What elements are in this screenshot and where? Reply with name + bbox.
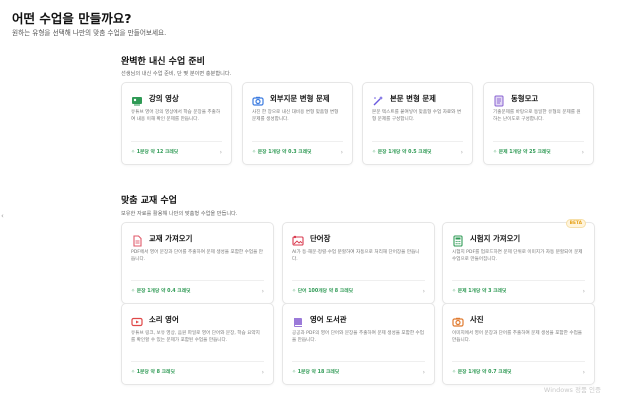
card-cost-text: 단어 100개당 약 8 크레딧 bbox=[297, 289, 354, 294]
camera-icon bbox=[452, 313, 464, 327]
chevron-right-icon: › bbox=[460, 149, 463, 156]
chevron-right-icon: › bbox=[340, 149, 343, 156]
card-cost-text: 1분당 약 8 크레딧 bbox=[136, 370, 175, 375]
card-description: 공공과 PDF의 영어 단어와 문장을 추출하여 문제 생성을 포함한 수업을 … bbox=[292, 331, 424, 343]
card-cost-text: 문장 1개당 약 0.5 크레딧 bbox=[377, 150, 432, 155]
card-cost-text: 문제 1개당 약 3 크레딧 bbox=[457, 289, 507, 294]
card-divider bbox=[292, 280, 425, 281]
card-cost-text: 문장 1개당 약 0.4 크레딧 bbox=[136, 289, 191, 294]
card-description: 유튜브 영어 강의 영상에서 학습 문장을 추출하여 내용 이해 확인 문제를 … bbox=[131, 110, 221, 122]
card-title: 소리 영어 bbox=[149, 315, 179, 324]
card-cost: ✧ 문제 1개당 약 3 크레딧 bbox=[452, 289, 507, 294]
card-title: 강의 영상 bbox=[149, 94, 179, 103]
card-description: 본문 텍스트를 붙여넣어 맞춤형 수업 자료와 변형 문제를 구성합니다. bbox=[372, 110, 462, 122]
card-divider bbox=[452, 361, 585, 362]
windows-watermark: Windows 정품 인증 bbox=[543, 386, 601, 394]
book-icon bbox=[292, 313, 304, 327]
play-icon bbox=[131, 313, 143, 327]
lesson-type-card[interactable]: 영어 도서관 공공과 PDF의 영어 단어와 문장을 추출하여 문제 생성을 포… bbox=[282, 303, 435, 385]
card-cost-text: 1분당 약 12 크레딧 bbox=[136, 150, 179, 155]
card-description: 이미지에서 영어 문장과 단어를 추출하여 문제 생성을 포함한 수업을 만듭니… bbox=[452, 331, 583, 343]
card-divider bbox=[252, 141, 343, 142]
card-description: 사진 한 장으로 내신 대비용 변형 맞춤형 변형 문제를 생성합니다. bbox=[252, 110, 339, 122]
card-cost-text: 문제 1개당 약 25 크레딧 bbox=[498, 150, 551, 155]
image-frame-icon bbox=[292, 232, 304, 246]
lesson-type-card[interactable]: 동형모고 기출문제를 바탕으로 동일한 유형의 문제를 원하는 난이도로 구성합… bbox=[483, 82, 594, 165]
card-description: PDF에서 영어 문장과 단어를 추출하여 문제 생성을 포함한 수업을 만듭니… bbox=[131, 250, 263, 262]
card-description: 기출문제를 바탕으로 동일한 유형의 문제를 원하는 난이도로 구성합니다. bbox=[493, 110, 581, 122]
section-description: 보유한 자료를 활용해 나만의 맞춤형 수업을 만듭니다. bbox=[121, 211, 238, 217]
card-cost: ✧ 문장 1개당 약 0.7 크레딧 bbox=[452, 370, 512, 375]
card-divider bbox=[131, 141, 222, 142]
card-cost: ✧ 문장 1개당 약 0.4 크레딧 bbox=[131, 289, 191, 294]
lesson-type-card[interactable]: 강의 영상 유튜브 영어 강의 영상에서 학습 문장을 추출하여 내용 이해 확… bbox=[121, 82, 232, 165]
lesson-type-card[interactable]: 단어장 AI가 등·해문·정렬·수업 분할하여 자동으로 처리해 단어장을 만듭… bbox=[282, 222, 435, 304]
section-title: 맞춤 교재 수업 bbox=[121, 196, 177, 206]
chevron-right-icon: › bbox=[422, 288, 425, 295]
calculator-icon bbox=[452, 232, 464, 247]
card-description: 시험지 PDF를 업로드하면 문제 단위로 이미지가 자동 분할되어 문제 수업… bbox=[452, 250, 583, 262]
card-divider bbox=[372, 141, 463, 142]
card-divider bbox=[452, 280, 585, 281]
card-cost-text: 1분당 약 18 크레딧 bbox=[297, 370, 340, 375]
card-cost: ✧ 단어 100개당 약 8 크레딧 bbox=[292, 289, 354, 294]
chevron-right-icon: › bbox=[422, 369, 425, 376]
chevron-right-icon: › bbox=[582, 288, 585, 295]
lesson-type-card[interactable]: 사진 이미지에서 영어 문장과 단어를 추출하여 문제 생성을 포함한 수업을 … bbox=[442, 303, 595, 385]
card-title: 외부지문 변형 문제 bbox=[270, 94, 330, 103]
chevron-right-icon: › bbox=[581, 149, 584, 156]
card-cost-text: 문장 1개당 약 0.3 크레딧 bbox=[257, 150, 312, 155]
card-title: 교재 가져오기 bbox=[149, 234, 193, 243]
card-cost: ✧ 문장 1개당 약 0.3 크레딧 bbox=[252, 150, 312, 155]
chevron-right-icon: › bbox=[219, 149, 222, 156]
card-cost: ✧ 1분당 약 18 크레딧 bbox=[292, 370, 340, 375]
section-title: 완벽한 내신 수업 준비 bbox=[121, 57, 205, 67]
card-divider bbox=[292, 361, 425, 362]
card-divider bbox=[131, 361, 264, 362]
card-divider bbox=[493, 141, 584, 142]
card-divider bbox=[131, 280, 264, 281]
card-title: 동형모고 bbox=[511, 94, 539, 103]
lesson-type-card[interactable]: 시험지 가져오기 시험지 PDF를 업로드하면 문제 단위로 이미지가 자동 분… bbox=[442, 219, 595, 304]
chevron-right-icon: › bbox=[261, 369, 264, 376]
card-cost: ✧ 문장 1개당 약 0.5 크레딧 bbox=[372, 150, 432, 155]
lesson-type-card[interactable]: 본문 변형 문제 본문 텍스트를 붙여넣어 맞춤형 수업 자료와 변형 문제를 … bbox=[362, 82, 473, 165]
lesson-type-card[interactable]: 교재 가져오기 PDF에서 영어 문장과 단어를 추출하여 문제 생성을 포함한… bbox=[121, 222, 274, 304]
card-cost-text: 문장 1개당 약 0.7 크레딧 bbox=[457, 370, 512, 375]
page-title: 어떤 수업을 만들까요? bbox=[12, 11, 132, 26]
card-title: 영어 도서관 bbox=[310, 315, 347, 324]
card-title: 본문 변형 문제 bbox=[390, 94, 436, 103]
card-description: 유튜브 링크, 보유 영상, 음원 파일로 영어 단어와 문장, 학습 요약지를… bbox=[131, 331, 260, 343]
section-description: 선생님의 내신 수업 준비, 단 몇 분이면 충분합니다. bbox=[121, 71, 232, 77]
document-icon bbox=[493, 92, 505, 107]
card-cost: ✧ 문제 1개당 약 25 크레딧 bbox=[493, 150, 551, 155]
beta-badge: BETA bbox=[565, 219, 586, 228]
video-lecture-icon bbox=[131, 92, 143, 106]
card-title: 사진 bbox=[470, 315, 484, 324]
chevron-right-icon: › bbox=[582, 369, 585, 376]
file-icon bbox=[131, 232, 143, 247]
card-title: 시험지 가져오기 bbox=[470, 234, 521, 243]
magic-wand-icon bbox=[372, 92, 384, 106]
card-description: AI가 등·해문·정렬·수업 분할하여 자동으로 처리해 단어장을 만듭니다. bbox=[292, 250, 420, 262]
chevron-right-icon: › bbox=[261, 288, 264, 295]
card-cost: ✧ 1분당 약 12 크레딧 bbox=[131, 150, 179, 155]
lesson-type-card[interactable]: 소리 영어 유튜브 링크, 보유 영상, 음원 파일로 영어 단어와 문장, 학… bbox=[121, 303, 274, 385]
lesson-type-card[interactable]: 외부지문 변형 문제 사진 한 장으로 내신 대비용 변형 맞춤형 변형 문제를… bbox=[242, 82, 353, 165]
card-title: 단어장 bbox=[310, 234, 331, 243]
page-subtitle: 원하는 유형을 선택해 나만의 맞춤 수업을 만들어보세요. bbox=[12, 29, 167, 37]
scroll-left-icon[interactable]: ‹ bbox=[1, 212, 4, 220]
card-cost: ✧ 1분당 약 8 크레딧 bbox=[131, 370, 175, 375]
camera-icon bbox=[252, 92, 264, 106]
